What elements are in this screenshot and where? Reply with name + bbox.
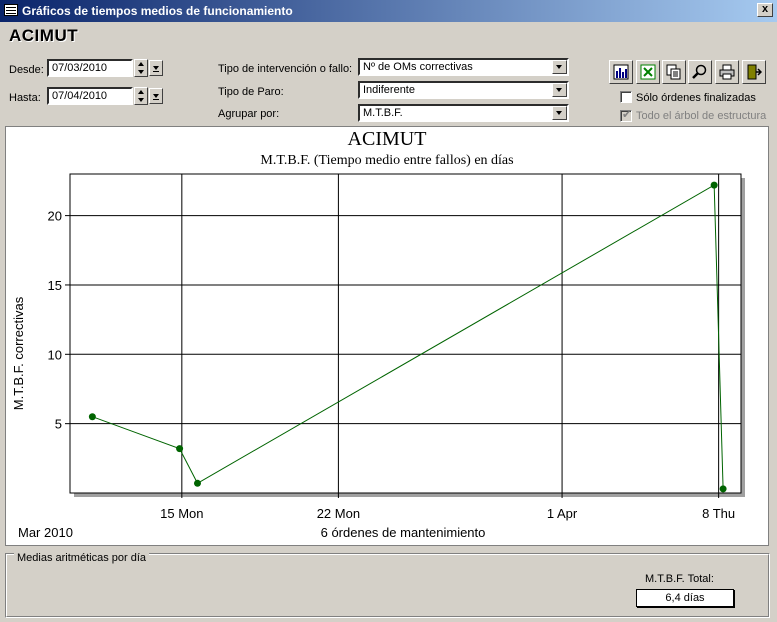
print-button[interactable] [715, 60, 739, 84]
solo-finalizadas-checkbox[interactable] [620, 91, 632, 103]
desde-dropdown-button[interactable] [149, 60, 163, 76]
hasta-label: Hasta: [9, 92, 41, 104]
x-tick-label: 22 Mon [317, 506, 360, 521]
x-month-label: Mar 2010 [18, 525, 73, 540]
data-point [710, 181, 718, 189]
chart-button[interactable] [609, 60, 633, 84]
chevron-down-icon[interactable] [552, 83, 567, 97]
data-point [719, 485, 727, 493]
hasta-spinner[interactable] [134, 87, 148, 105]
x-tick-label: 8 Thu [702, 506, 735, 521]
title-bar: Gráficos de tiempos medios de funcionami… [0, 0, 777, 22]
desde-spinner[interactable] [134, 59, 148, 77]
y-tick-label: 10 [48, 347, 62, 362]
total-value: 6,4 días [636, 589, 734, 607]
tipo-intervencion-value: Nº de OMs correctivas [363, 61, 473, 73]
copy-button[interactable] [662, 60, 686, 84]
zoom-button[interactable] [688, 60, 712, 84]
agrupar-label: Agrupar por: [218, 108, 280, 120]
y-tick-label: 15 [48, 278, 62, 293]
tipo-paro-label: Tipo de Paro: [218, 86, 284, 98]
x-tick-label: 15 Mon [160, 506, 203, 521]
y-tick-label: 20 [48, 209, 62, 224]
tipo-paro-value: Indiferente [363, 84, 415, 96]
chevron-down-icon[interactable] [552, 106, 567, 120]
data-point [88, 413, 96, 421]
desde-date-input[interactable]: 07/03/2010 [47, 59, 133, 77]
tipo-intervencion-select[interactable]: Nº de OMs correctivas [358, 58, 569, 76]
y-axis-label: M.T.B.F. correctivas [11, 296, 26, 410]
data-point [176, 445, 184, 453]
chart-subtitle: M.T.B.F. (Tiempo medio entre fallos) en … [260, 153, 513, 168]
window-menu-icon[interactable] [4, 4, 18, 16]
todo-arbol-label: Todo el árbol de estructura [636, 110, 767, 122]
mtbf-chart: 5 10 15 20 15 Mon 22 Mon 1 Apr 8 Thu ACIMUT M.T.B… [11, 128, 745, 540]
desde-label: Desde: [9, 64, 44, 76]
x-tick-label: 1 Apr [547, 506, 578, 521]
zoom-icon [692, 64, 707, 79]
chart-icon [613, 64, 629, 80]
print-icon [719, 64, 735, 80]
solo-finalizadas-label: Sólo órdenes finalizadas [636, 92, 756, 104]
export-excel-button[interactable] [636, 60, 660, 84]
todo-arbol-checkbox[interactable] [620, 108, 632, 122]
copy-icon [666, 64, 681, 80]
app-window: Gráficos de tiempos medios de funcionami… [0, 0, 777, 622]
window-title: Gráficos de tiempos medios de funcionami… [22, 4, 293, 18]
data-point [193, 479, 201, 487]
hasta-dropdown-button[interactable] [149, 88, 163, 104]
chevron-down-icon[interactable] [552, 60, 567, 74]
agrupar-select[interactable]: M.T.B.F. [358, 104, 569, 122]
tipo-paro-select[interactable]: Indiferente [358, 81, 569, 99]
agrupar-value: M.T.B.F. [363, 107, 403, 119]
excel-icon [640, 64, 656, 80]
hasta-date-input[interactable]: 07/04/2010 [47, 87, 133, 105]
chart-panel: 5 10 15 20 15 Mon 22 Mon 1 Apr 8 Thu ACIMUT M.T.B… [5, 126, 769, 546]
tipo-intervencion-label: Tipo de intervención o fallo: [218, 63, 353, 75]
y-tick-label: 5 [55, 417, 62, 432]
chart-title: ACIMUT [348, 128, 427, 150]
total-label: M.T.B.F. Total: [645, 573, 714, 585]
brand-logo: ACIMUT [9, 26, 79, 45]
exit-button[interactable] [742, 60, 766, 84]
exit-icon [747, 64, 762, 80]
close-button[interactable]: x [757, 3, 773, 17]
x-axis-label: 6 órdenes de mantenimiento [321, 525, 486, 540]
summary-group: Medias aritméticas por día [5, 552, 770, 618]
summary-group-label: Medias aritméticas por día [14, 552, 149, 564]
